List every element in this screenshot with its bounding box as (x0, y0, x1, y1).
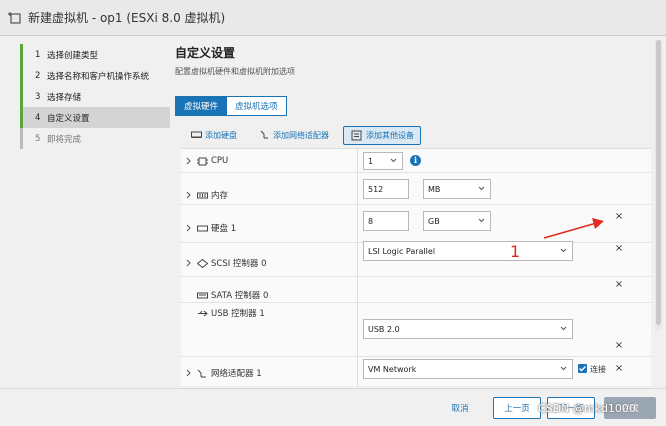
memory-icon (197, 192, 208, 198)
row-network-adapter: 网络适配器 1 VM Network 连接 × (181, 357, 651, 386)
memory-label[interactable]: 内存 (185, 189, 228, 201)
usb-controller-label: USB 控制器 1 (197, 307, 265, 319)
row-usb-controller: USB 控制器 1 USB 2.0 × (181, 303, 651, 357)
connect-checkbox[interactable] (578, 364, 587, 373)
cpu-icon (197, 157, 208, 165)
row-memory: 内存 512 MB (181, 173, 651, 205)
watermark: CSDN @mkd1000 (538, 402, 636, 415)
remove-sata-icon[interactable]: × (614, 279, 624, 290)
cancel-button[interactable]: 取消 (440, 397, 480, 419)
disk-icon (191, 131, 202, 138)
annotation-arrow (543, 218, 604, 239)
hardware-toolbar: 添加硬盘 添加网络适配器 添加其他设备 (175, 125, 650, 145)
hard-disk-label[interactable]: 硬盘 1 (185, 222, 236, 234)
scsi-icon (197, 258, 208, 268)
chevron-down-icon (560, 248, 567, 253)
sata-controller-label: SATA 控制器 0 (197, 289, 268, 301)
row-sata-controller: SATA 控制器 0 × (181, 277, 651, 303)
tab-virtual-hardware[interactable]: 虚拟硬件 (175, 96, 228, 116)
step-label: 选择创建类型 (47, 50, 99, 61)
row-cpu: CPU 1 i (181, 149, 651, 173)
wizard-steps: 1 选择创建类型 2 选择名称和客户机操作系统 3 选择存储 4 自定义设置 5 即将完成 (20, 44, 170, 149)
step-label: 即将完成 (47, 134, 82, 145)
step-select-storage[interactable]: 3 选择存储 (20, 86, 170, 107)
page-title: 自定义设置 (175, 46, 236, 60)
step-label: 自定义设置 (47, 113, 90, 124)
usb-type-select[interactable]: USB 2.0 (363, 319, 573, 339)
chevron-right-icon (186, 369, 191, 377)
page-subtitle: 配置虚拟机硬件和虚拟机附加选项 (175, 67, 295, 76)
network-select[interactable]: VM Network (363, 359, 573, 379)
add-disk-button[interactable]: 添加硬盘 (191, 130, 237, 141)
memory-size-input[interactable]: 512 (363, 179, 409, 199)
hardware-grid: CPU 1 i 内存 512 MB 硬盘 1 8 GB × SCSI 控制器 0… (181, 148, 651, 386)
network-adapter-icon (197, 369, 206, 377)
step-customize-settings[interactable]: 4 自定义设置 (20, 107, 170, 128)
remove-network-icon[interactable]: × (614, 363, 624, 374)
remove-scsi-icon[interactable]: × (614, 243, 624, 254)
annotation-label: 1 (510, 242, 521, 261)
chevron-down-icon (560, 366, 567, 371)
scrollbar[interactable] (655, 40, 662, 330)
chevron-right-icon (186, 259, 191, 267)
window-title: 新建虚拟机 - op1 (ESXi 8.0 虚拟机) (28, 11, 226, 25)
step-select-type[interactable]: 1 选择创建类型 (20, 44, 170, 65)
device-icon (351, 130, 362, 140)
scsi-controller-label[interactable]: SCSI 控制器 0 (185, 257, 267, 269)
network-adapter-label[interactable]: 网络适配器 1 (185, 367, 262, 379)
remove-usb-icon[interactable]: × (614, 340, 624, 351)
new-vm-icon (8, 11, 21, 24)
check-icon (579, 366, 586, 372)
memory-unit-select[interactable]: MB (423, 179, 491, 199)
step-label: 选择名称和客户机操作系统 (47, 71, 150, 82)
chevron-down-icon (478, 218, 485, 223)
step-ready-to-complete: 5 即将完成 (20, 128, 170, 149)
row-scsi-controller: SCSI 控制器 0 LSI Logic Parallel × (181, 241, 651, 277)
disk-icon (197, 225, 208, 231)
add-nic-button[interactable]: 添加网络适配器 (259, 130, 329, 141)
cpu-label[interactable]: CPU (185, 156, 228, 166)
scrollbar-thumb[interactable] (656, 40, 661, 325)
disk-unit-select[interactable]: GB (423, 211, 491, 231)
remove-disk-icon[interactable]: × (614, 211, 624, 222)
tab-bar: 虚拟硬件 虚拟机选项 (175, 96, 287, 116)
scsi-type-select[interactable]: LSI Logic Parallel (363, 241, 573, 261)
chevron-right-icon (186, 157, 191, 165)
chevron-down-icon (390, 158, 397, 163)
add-other-device-button[interactable]: 添加其他设备 (343, 125, 421, 145)
chevron-right-icon (186, 191, 191, 199)
prev-button[interactable]: 上一页 (493, 397, 541, 419)
step-label: 选择存储 (47, 92, 82, 103)
tab-vm-options[interactable]: 虚拟机选项 (227, 96, 287, 116)
sata-icon (197, 292, 208, 298)
connect-label: 连接 (590, 365, 606, 374)
info-icon[interactable]: i (410, 155, 421, 166)
network-adapter-icon (260, 130, 268, 138)
chevron-down-icon (478, 186, 485, 191)
cpu-count-select[interactable]: 1 (363, 152, 403, 170)
chevron-down-icon (560, 326, 567, 331)
window-titlebar: 新建虚拟机 - op1 (ESXi 8.0 虚拟机) (0, 0, 666, 36)
step-name-os[interactable]: 2 选择名称和客户机操作系统 (20, 65, 170, 86)
disk-size-input[interactable]: 8 (363, 211, 409, 231)
chevron-right-icon (186, 224, 191, 232)
usb-icon (198, 310, 208, 316)
